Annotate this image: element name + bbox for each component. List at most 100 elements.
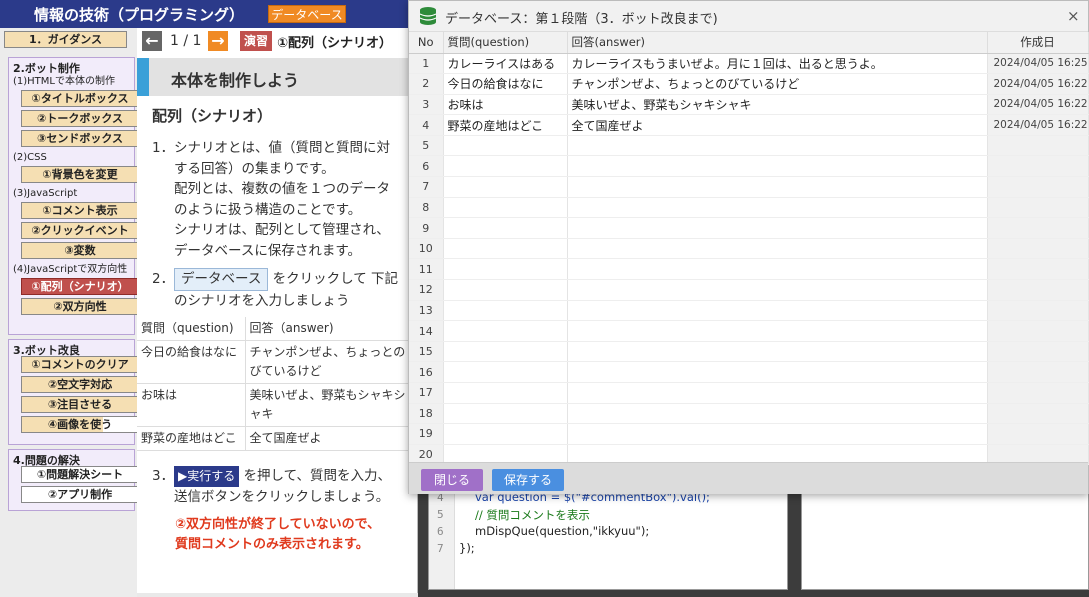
answer-cell[interactable] (567, 382, 988, 404)
question-cell[interactable]: お味は (443, 94, 568, 116)
answer-cell[interactable] (567, 300, 988, 322)
answer-cell[interactable] (567, 176, 988, 198)
question-cell[interactable] (443, 238, 568, 260)
table-row: 14 (409, 320, 1089, 342)
sidebar-item-bg-color[interactable]: ①背景色を変更 (21, 166, 139, 183)
question-cell[interactable] (443, 176, 568, 198)
scenario-table: 質問（question) 回答（answer) 今日の給食はなに チャンポンぜよ… (137, 317, 417, 451)
answer-cell[interactable]: 美味いぜよ、野菜もシャキシャキ (567, 94, 988, 116)
sidebar-item-title-box[interactable]: ①タイトルボックス (21, 90, 139, 107)
subsection-javascript: (3)JavaScript (13, 188, 78, 199)
question-cell[interactable] (443, 197, 568, 219)
sidebar-item-variable[interactable]: ③変数 (21, 242, 139, 259)
code-editor[interactable]: 4 var question = $("#commentBox").val();… (428, 484, 788, 590)
row-number-cell: 17 (409, 382, 444, 404)
table-row: 12 (409, 279, 1089, 301)
date-cell (987, 300, 1089, 322)
answer-cell[interactable] (567, 320, 988, 342)
question-cell[interactable] (443, 403, 568, 425)
question-cell[interactable] (443, 135, 568, 157)
database-chip: データベース (174, 268, 269, 291)
answer-cell[interactable] (567, 361, 988, 383)
question-cell[interactable]: カレーライスはある (443, 53, 568, 75)
date-cell (987, 279, 1089, 301)
answer-cell[interactable] (567, 279, 988, 301)
question-cell[interactable]: 野菜の産地はどこ (443, 114, 568, 136)
table-row: 15 (409, 341, 1089, 363)
date-cell (987, 176, 1089, 198)
date-cell (987, 320, 1089, 342)
step-3: 3． ▶実行する を押して、質問を入力、 送信ボタンをクリックしましょう。 (152, 466, 391, 507)
column-header: 質問（question) (137, 317, 246, 341)
question-cell[interactable] (443, 155, 568, 178)
question-cell[interactable] (443, 279, 568, 301)
run-chip: ▶実行する (174, 466, 240, 487)
database-button[interactable]: データベース (268, 5, 346, 23)
sidebar-item-send-box[interactable]: ③センドボックス (21, 130, 139, 147)
table-row: 19 (409, 423, 1089, 445)
step-number: 2． (152, 271, 175, 287)
guidance-button[interactable]: 1．ガイダンス (4, 31, 127, 48)
database-dialog: データベース：第１段階（3．ボット改良まで) × No 質問(question)… (408, 0, 1089, 494)
close-button[interactable]: 閉じる (421, 469, 483, 491)
question-cell[interactable] (443, 341, 568, 363)
question-cell[interactable] (443, 217, 568, 239)
answer-cell[interactable] (567, 135, 988, 157)
sidebar-item-attention[interactable]: ③注目させる (21, 396, 139, 413)
answer-cell[interactable]: チャンポンぜよ、ちょっとのびているけど (567, 73, 988, 95)
answer-cell[interactable] (567, 423, 988, 445)
question-cell[interactable]: 今日の給食はなに (443, 73, 568, 95)
sidebar-item-comment-display[interactable]: ①コメント表示 (21, 202, 139, 219)
answer-cell[interactable]: 全て国産ぜよ (567, 114, 988, 136)
app-title: 情報の技術（プログラミング） (34, 6, 245, 24)
sidebar-item-click-event[interactable]: ②クリックイベント (21, 222, 139, 239)
question-cell[interactable] (443, 382, 568, 404)
line-number: 7 (437, 542, 444, 555)
answer-cell[interactable] (567, 258, 988, 281)
sidebar-item-app-production[interactable]: ②アプリ制作 (21, 486, 139, 503)
dialog-title: データベース：第１段階（3．ボット改良まで) (445, 12, 718, 27)
table-row: 2 今日の給食はなに チャンポンぜよ、ちょっとのびているけど 2024/04/05 1… (409, 73, 1089, 95)
answer-cell[interactable] (567, 341, 988, 363)
table-cell: チャンポンぜよ、ちょっとのびているけど (245, 340, 417, 384)
answer-cell[interactable] (567, 238, 988, 260)
sidebar-item-use-image[interactable]: ④画像を使う (21, 416, 139, 433)
question-cell[interactable] (443, 361, 568, 383)
question-cell[interactable] (443, 300, 568, 322)
sidebar-item-problem-sheet[interactable]: ①問題解決シート (21, 466, 139, 483)
answer-cell[interactable] (567, 197, 988, 219)
save-button[interactable]: 保存する (492, 469, 564, 491)
date-cell: 2024/04/05 16:22 (987, 73, 1089, 95)
prev-page-button[interactable]: ← (142, 31, 162, 51)
sidebar-item-comment-clear[interactable]: ①コメントのクリア (21, 356, 139, 373)
sidebar-item-talk-box[interactable]: ②トークボックス (21, 110, 139, 127)
table-row: 11 (409, 258, 1089, 281)
sidebar-item-array-scenario[interactable]: ①配列（シナリオ） (21, 278, 139, 295)
question-cell[interactable] (443, 320, 568, 342)
table-row: 13 (409, 300, 1089, 322)
dialog-header: データベース：第１段階（3．ボット改良まで) × (409, 1, 1088, 32)
question-cell[interactable] (443, 423, 568, 445)
step-2: 2． データベース をクリックして 下記 のシナリオを入力しましょう (152, 268, 398, 311)
close-icon[interactable]: × (1067, 7, 1080, 25)
date-cell (987, 423, 1089, 445)
section-bot-production: 2.ボット制作 (1)HTMLで本体の制作 ①タイトルボックス ②トークボックス… (8, 57, 139, 335)
question-cell[interactable] (443, 258, 568, 281)
next-page-button[interactable]: → (208, 31, 228, 51)
answer-cell[interactable] (567, 217, 988, 239)
date-cell (987, 135, 1089, 157)
table-cell: お味は (137, 383, 246, 427)
sidebar-item-bidirectional[interactable]: ②双方向性 (21, 298, 139, 315)
row-number-cell: 3 (409, 94, 444, 116)
answer-cell[interactable] (567, 155, 988, 178)
sidebar: 1．ガイダンス 2.ボット制作 (1)HTMLで本体の制作 ①タイトルボックス … (0, 28, 139, 597)
lesson-heading: 配列（シナリオ） (152, 107, 273, 125)
answer-cell[interactable]: カレーライスもうまいぜよ。月に１回は、出ると思うよ。 (567, 53, 988, 75)
table-row: 7 (409, 176, 1089, 198)
date-cell: 2024/04/05 16:22 (987, 94, 1089, 116)
sidebar-item-empty-string[interactable]: ②空文字対応 (21, 376, 139, 393)
row-number-cell: 16 (409, 361, 444, 383)
table-cell: 全て国産ぜよ (245, 426, 417, 451)
answer-cell[interactable] (567, 403, 988, 425)
column-header-no: No (409, 32, 444, 54)
